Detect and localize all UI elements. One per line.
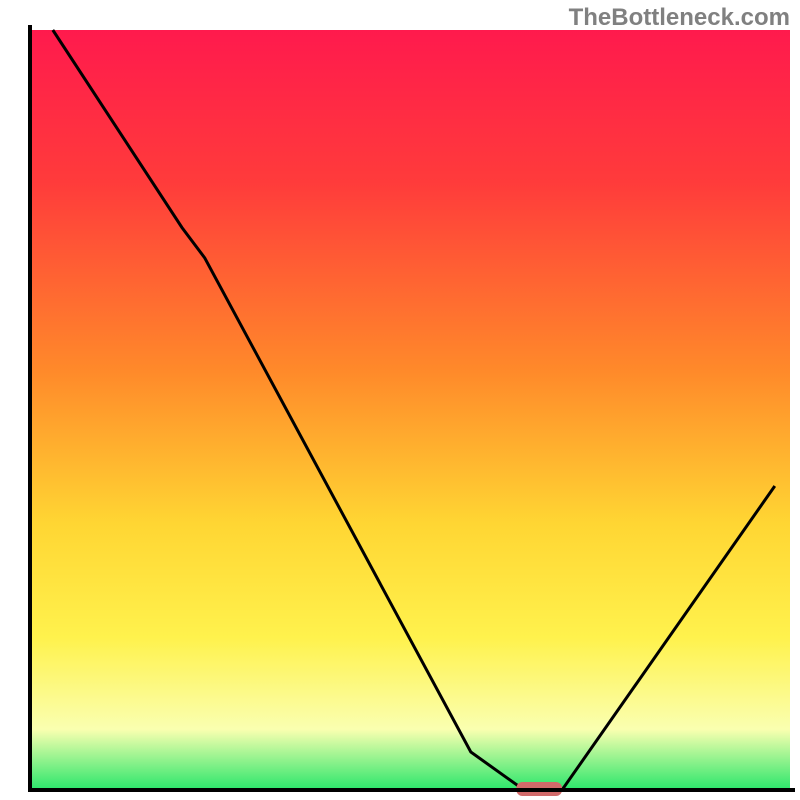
- bottleneck-chart: [0, 0, 800, 800]
- chart-container: TheBottleneck.com: [0, 0, 800, 800]
- gradient-background: [30, 30, 790, 790]
- watermark-text: TheBottleneck.com: [569, 4, 790, 32]
